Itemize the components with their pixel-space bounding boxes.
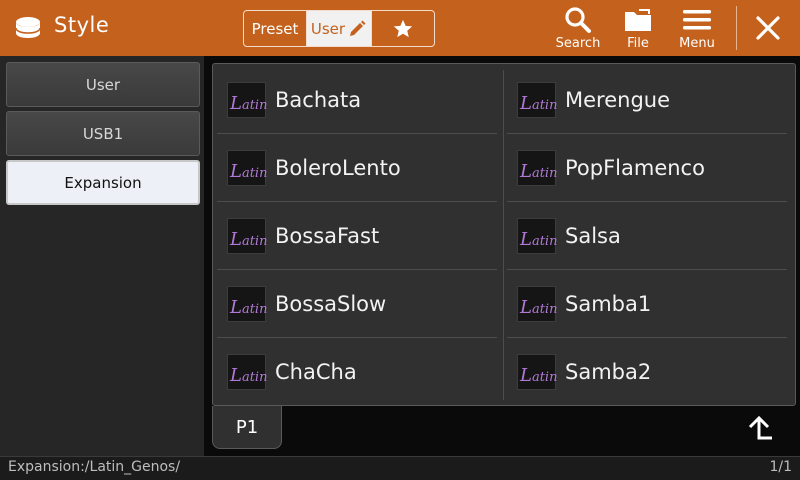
tab-favorite[interactable] <box>372 11 434 46</box>
style-name: Salsa <box>565 224 621 248</box>
latin-category-icon: Latin <box>517 354 557 390</box>
up-arrow-icon <box>748 416 772 440</box>
file-button[interactable]: File <box>608 6 668 54</box>
latin-category-icon: Latin <box>227 286 267 322</box>
style-list: Latin Bachata Latin BoleroLento Latin Bo… <box>212 63 796 406</box>
style-name: ChaCha <box>275 360 357 384</box>
page-title: Style <box>54 13 110 37</box>
folder-icon <box>625 9 651 31</box>
search-icon <box>565 7 591 33</box>
style-item-popflamenco[interactable]: Latin PopFlamenco <box>507 134 787 202</box>
search-label: Search <box>555 36 601 51</box>
menu-label: Menu <box>679 36 715 51</box>
style-name: BossaSlow <box>275 292 387 316</box>
tab-user[interactable]: User <box>307 11 372 46</box>
search-button[interactable]: Search <box>548 6 608 54</box>
close-button[interactable] <box>748 8 788 48</box>
style-name: Samba1 <box>565 292 652 316</box>
tab-user-label: User <box>310 19 346 38</box>
latin-category-icon: Latin <box>227 218 267 254</box>
style-name: Bachata <box>275 88 362 112</box>
style-name: BoleroLento <box>275 156 401 180</box>
header-divider <box>736 6 737 50</box>
latin-category-icon: Latin <box>227 82 267 118</box>
sidebar-item-label: Expansion <box>64 173 142 192</box>
menu-button[interactable]: Menu <box>667 6 727 54</box>
latin-category-icon: Latin <box>227 150 267 186</box>
latin-category-icon: Latin <box>517 150 557 186</box>
style-item-chacha[interactable]: Latin ChaCha <box>217 338 497 406</box>
sidebar-item-label: USB1 <box>82 124 124 143</box>
style-item-bossaslow[interactable]: Latin BossaSlow <box>217 270 497 338</box>
page-tab-p1[interactable]: P1 <box>212 406 282 449</box>
style-browser: Latin Bachata Latin BoleroLento Latin Bo… <box>204 56 800 456</box>
source-segment: Preset User <box>243 10 435 47</box>
style-item-samba1[interactable]: Latin Samba1 <box>507 270 787 338</box>
latin-category-icon: Latin <box>517 218 557 254</box>
latin-category-icon: Latin <box>227 354 267 390</box>
style-name: BossaFast <box>275 224 380 248</box>
sidebar-item-usb1[interactable]: USB1 <box>6 111 200 156</box>
latin-category-icon: Latin <box>517 286 557 322</box>
style-item-samba2[interactable]: Latin Samba2 <box>507 338 787 406</box>
pencil-icon <box>350 20 366 36</box>
menu-icon <box>683 10 711 30</box>
status-bar: Expansion:/Latin_Genos/ 1/1 <box>0 456 800 480</box>
close-icon <box>756 16 780 40</box>
star-icon <box>393 19 413 37</box>
style-item-bolerolento[interactable]: Latin BoleroLento <box>217 134 497 202</box>
style-item-bossafast[interactable]: Latin BossaFast <box>217 202 497 270</box>
style-item-salsa[interactable]: Latin Salsa <box>507 202 787 270</box>
style-item-bachata[interactable]: Latin Bachata <box>217 66 497 134</box>
style-name: Samba2 <box>565 360 652 384</box>
tab-preset-label: Preset <box>251 19 299 38</box>
style-name: PopFlamenco <box>565 156 705 180</box>
title-bar: Style Preset User Search File Menu <box>0 0 800 56</box>
folder-up-button[interactable] <box>740 411 780 447</box>
sidebar-item-expansion[interactable]: Expansion <box>6 160 200 205</box>
latin-category-icon: Latin <box>517 82 557 118</box>
file-label: File <box>627 36 649 51</box>
sidebar-item-user[interactable]: User <box>6 62 200 107</box>
sidebar-item-label: User <box>85 75 121 94</box>
style-name: Merengue <box>565 88 670 112</box>
page-tab-label: P1 <box>235 416 259 438</box>
column-divider <box>503 70 504 400</box>
current-path: Expansion:/Latin_Genos/ <box>8 459 181 475</box>
tab-preset[interactable]: Preset <box>244 11 307 46</box>
page-count: 1/1 <box>769 459 792 475</box>
drum-icon <box>15 17 41 38</box>
style-item-merengue[interactable]: Latin Merengue <box>507 66 787 134</box>
location-sidebar: User USB1 Expansion <box>0 56 204 456</box>
